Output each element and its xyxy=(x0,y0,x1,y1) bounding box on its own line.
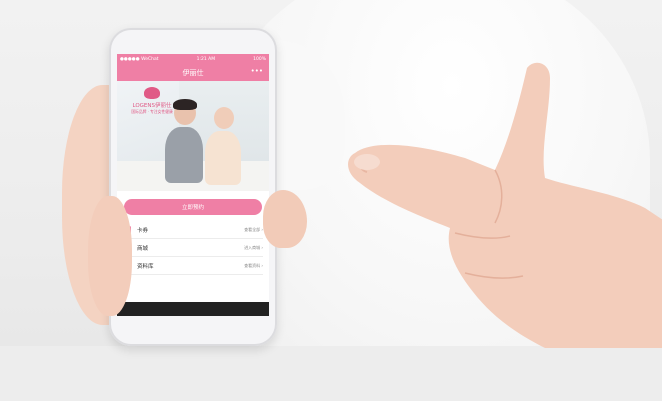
menu-item-label: 商城 xyxy=(137,245,149,252)
left-fingers xyxy=(88,196,132,316)
menu-item-library[interactable]: 资料库 查看资料 › xyxy=(123,257,263,275)
status-bar: ●●●●● WeChat 1:21 AM 100% xyxy=(117,54,269,64)
battery-label: 100% xyxy=(253,56,266,62)
menu-item-meta: 进入商城 › xyxy=(244,244,263,250)
page-title: 伊丽仕 xyxy=(182,68,204,77)
menu-list: 卡券 查看全部 › 商城 进入商城 › 资料库 查看资料 › xyxy=(117,221,269,275)
menu-item-meta: 查看资料 › xyxy=(244,262,263,268)
nav-bar: 伊丽仕 ••• xyxy=(117,64,269,81)
table-surface xyxy=(0,346,662,401)
menu-item-coupons[interactable]: 卡券 查看全部 › xyxy=(123,221,263,239)
menu-item-label: 资料库 xyxy=(137,263,154,270)
menu-item-label: 卡券 xyxy=(137,227,149,234)
banner-woman xyxy=(205,105,243,191)
hero-banner[interactable]: LOGENS伊丽仕 国际品牌 · 专注女性健康 xyxy=(117,81,269,191)
phone-screen: ●●●●● WeChat 1:21 AM 100% 伊丽仕 ••• LOGENS… xyxy=(117,54,269,316)
menu-item-shop[interactable]: 商城 进入商城 › xyxy=(123,239,263,257)
banner-man xyxy=(165,99,205,191)
smartphone: ●●●●● WeChat 1:21 AM 100% 伊丽仕 ••• LOGENS… xyxy=(109,28,277,346)
carrier-label: ●●●●● WeChat xyxy=(120,56,159,62)
lotus-icon xyxy=(144,87,160,99)
screen-bottom xyxy=(117,302,269,316)
menu-item-meta: 查看全部 › xyxy=(244,226,263,232)
clock: 1:21 AM xyxy=(196,56,216,62)
pointing-hand xyxy=(348,62,662,348)
book-now-button[interactable]: 立即预约 xyxy=(124,199,262,215)
more-dots-icon[interactable]: ••• xyxy=(251,67,263,75)
